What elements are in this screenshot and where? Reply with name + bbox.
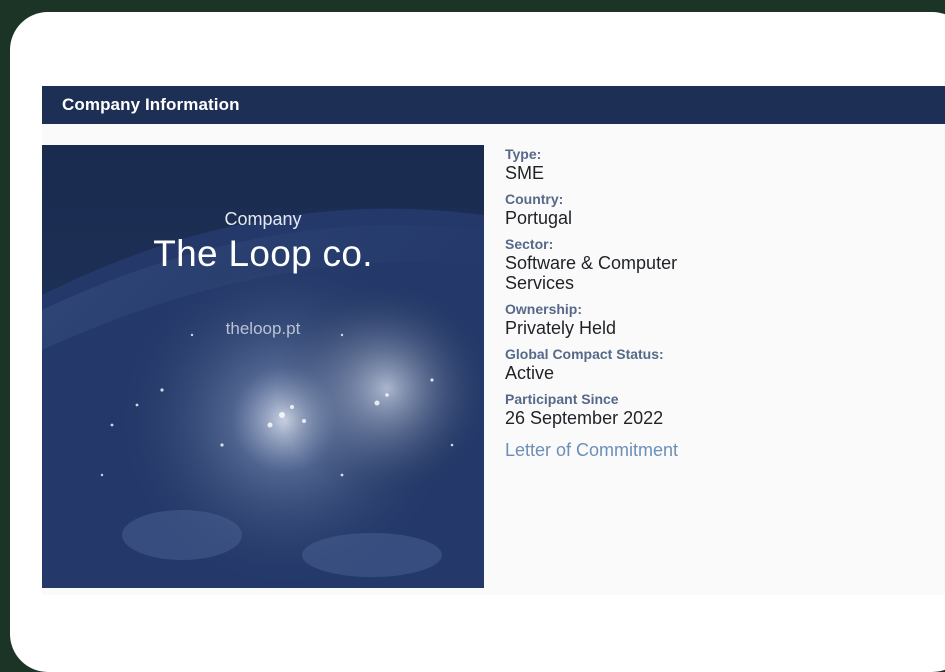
field-label: Sector:: [505, 236, 554, 252]
field-country: Country: Portugal: [505, 191, 805, 228]
field-type: Type: SME: [505, 146, 805, 183]
field-label: Ownership:: [505, 301, 583, 317]
hero-overline: Company: [224, 209, 302, 229]
field-value: SME: [505, 163, 545, 183]
company-name: The Loop co.: [153, 233, 373, 274]
field-label: Global Compact Status:: [505, 346, 664, 362]
field-value: 26 September 2022: [505, 408, 664, 428]
field-label: Country:: [505, 191, 564, 207]
field-value: Active: [505, 363, 555, 383]
field-value: Portugal: [505, 208, 573, 228]
section-header: Company Information: [42, 86, 945, 124]
field-value: Software & Computer Services: [505, 253, 678, 293]
field-sector: Sector: Software & Computer Services: [505, 236, 805, 293]
field-value: Privately Held: [505, 318, 617, 338]
company-details: Type: SME Country: Portugal Sector: Soft…: [505, 146, 805, 462]
company-hero-image: Company The Loop co. theloop.pt: [42, 145, 484, 588]
section-title: Company Information: [62, 95, 240, 114]
field-ownership: Ownership: Privately Held: [505, 301, 805, 338]
field-participant-since: Participant Since 26 September 2022: [505, 391, 805, 428]
letter-of-commitment-link[interactable]: Letter of Commitment: [505, 438, 805, 462]
field-global-compact-status: Global Compact Status: Active: [505, 346, 805, 383]
field-label: Participant Since: [505, 391, 619, 407]
field-label: Type:: [505, 146, 542, 162]
company-domain: theloop.pt: [225, 319, 301, 338]
